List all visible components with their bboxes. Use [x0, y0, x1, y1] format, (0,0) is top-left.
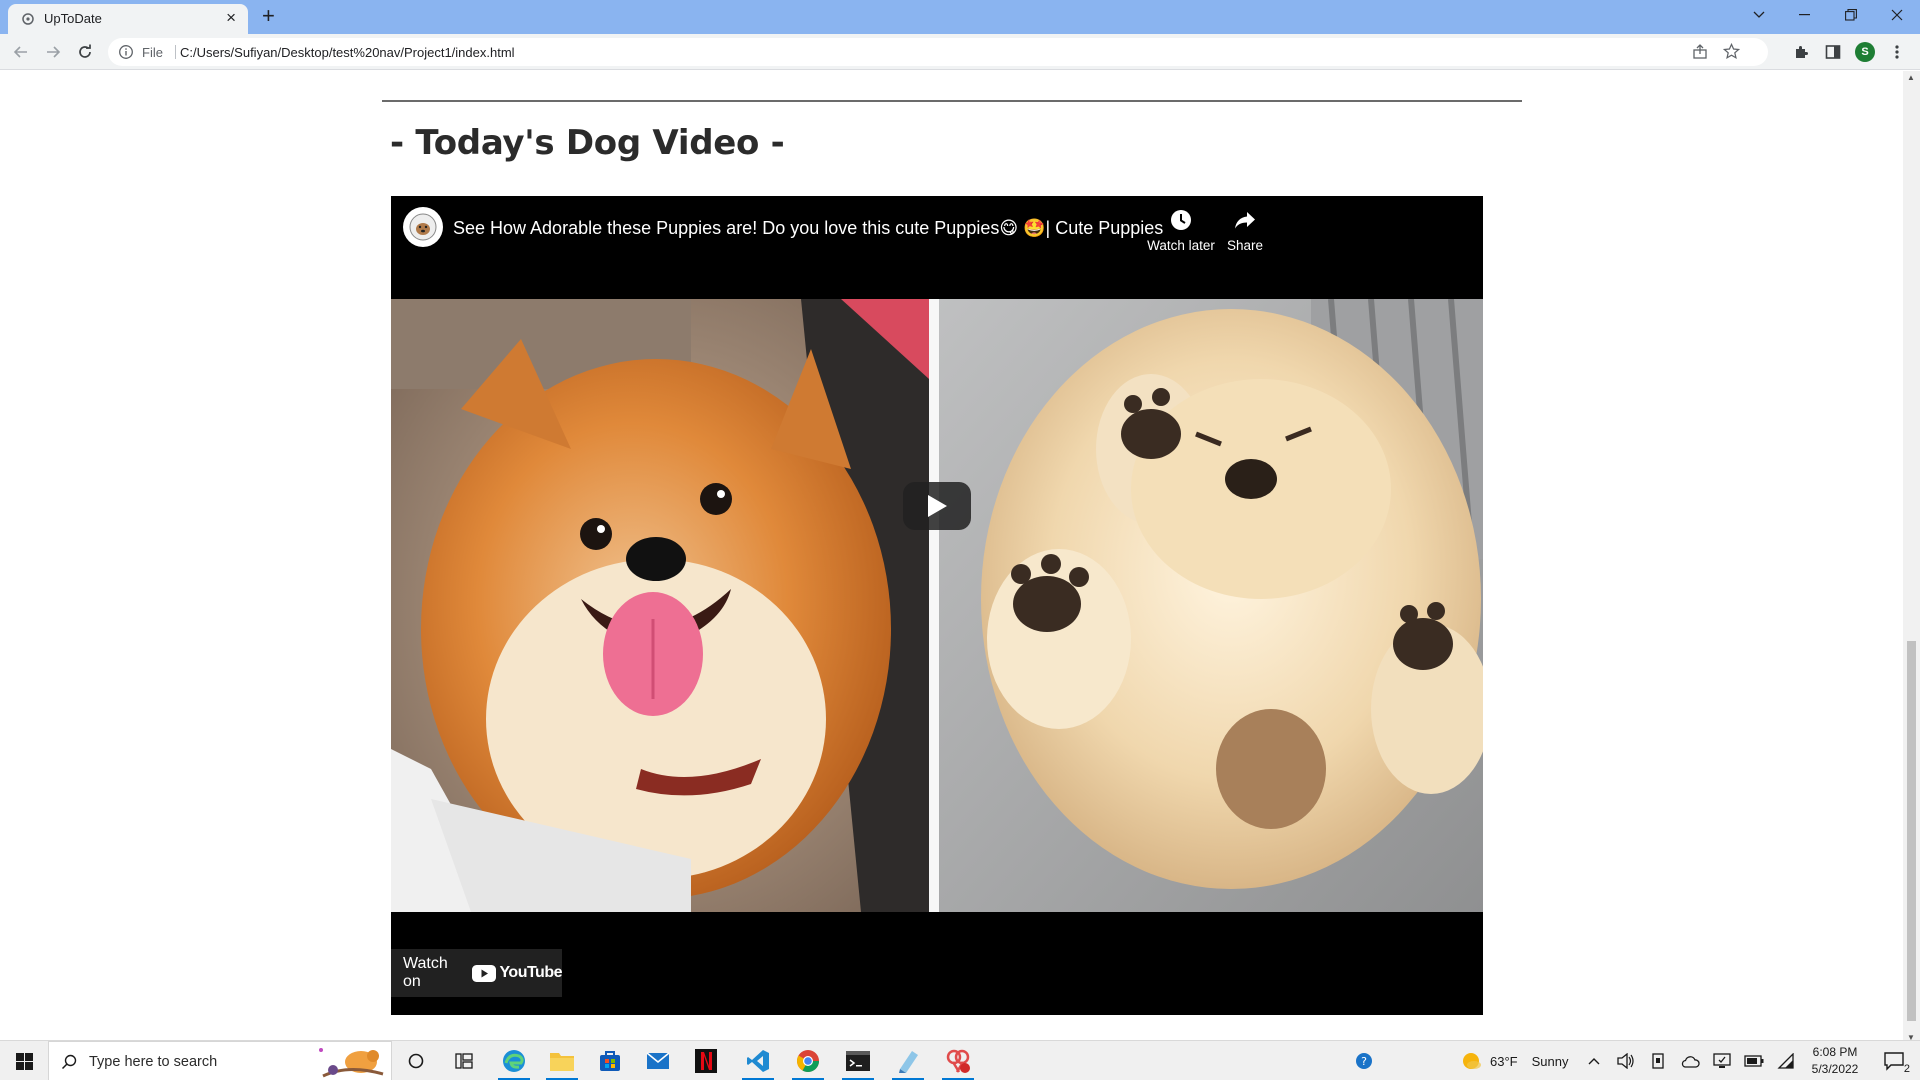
watch-on-youtube-link[interactable]: Watch on YouTube [391, 949, 562, 997]
tab-search-icon[interactable] [1736, 0, 1782, 30]
taskbar-search-input[interactable]: Type here to search [48, 1041, 392, 1080]
video-title[interactable]: See How Adorable these Puppies are! Do y… [453, 218, 1163, 239]
search-placeholder: Type here to search [89, 1054, 218, 1070]
youtube-wordmark: YouTube [499, 964, 562, 981]
share-button[interactable]: Share [1205, 208, 1285, 253]
share-label: Share [1226, 238, 1264, 253]
tab-close-icon[interactable]: × [226, 9, 236, 27]
video-thumbnail[interactable] [391, 299, 1483, 912]
tab-title: UpToDate [44, 11, 102, 26]
extensions-puzzle-icon[interactable] [1790, 41, 1812, 63]
clock-date: 5/3/2022 [1811, 1062, 1859, 1076]
meet-now-icon[interactable] [1644, 1041, 1672, 1080]
back-button[interactable] [10, 41, 32, 63]
sun-icon [1463, 1053, 1481, 1069]
share-page-icon[interactable] [1692, 44, 1708, 60]
back-arrow-icon [13, 46, 27, 58]
channel-logo-icon [409, 213, 437, 241]
volume-icon[interactable] [1612, 1041, 1640, 1080]
address-bar[interactable]: File C:/Users/Sufiyan/Desktop/test%20nav… [108, 38, 1768, 66]
task-view-icon[interactable] [392, 1041, 440, 1080]
notification-icon [1884, 1052, 1904, 1071]
clock-icon [1171, 210, 1191, 230]
search-highlight-art-icon[interactable] [313, 1044, 387, 1080]
watch-on-label: Watch on [403, 955, 448, 990]
play-icon [928, 495, 947, 517]
notification-center-button[interactable]: 2 [1874, 1041, 1914, 1080]
vscode-app-icon[interactable] [734, 1041, 782, 1080]
browser-toolbar: File C:/Users/Sufiyan/Desktop/test%20nav… [0, 34, 1920, 70]
help-icon[interactable]: ? [1350, 1041, 1380, 1080]
windows-taskbar: Type here to search ? 63°F Sunny 6:08 PM… [0, 1040, 1920, 1080]
widgets-icon[interactable] [440, 1041, 488, 1080]
search-icon [61, 1054, 77, 1070]
play-button[interactable] [903, 482, 971, 530]
show-hidden-icons-chevron-icon[interactable] [1582, 1041, 1606, 1080]
bookmark-star-icon[interactable] [1723, 43, 1740, 60]
info-icon[interactable] [118, 44, 134, 60]
edge-app-icon[interactable] [490, 1041, 538, 1080]
close-window-button[interactable] [1874, 0, 1920, 30]
section-heading: - Today's Dog Video - [390, 123, 785, 163]
onedrive-cloud-icon[interactable] [1676, 1041, 1704, 1080]
youtube-play-logo-icon [472, 964, 497, 982]
wifi-icon[interactable] [1772, 1041, 1800, 1080]
minimize-button[interactable] [1782, 0, 1828, 30]
battery-icon[interactable] [1740, 1041, 1768, 1080]
weather-widget[interactable]: 63°F Sunny [1460, 1041, 1580, 1080]
scrollbar-thumb[interactable] [1907, 641, 1916, 1021]
url-text[interactable]: C:/Users/Sufiyan/Desktop/test%20nav/Proj… [180, 45, 515, 60]
chrome-app-icon[interactable] [784, 1041, 832, 1080]
store-app-icon[interactable] [586, 1041, 634, 1080]
taskbar-clock[interactable]: 6:08 PM 5/3/2022 [1800, 1044, 1870, 1078]
forward-button[interactable] [42, 41, 64, 63]
horizontal-rule [382, 100, 1522, 102]
svg-text:?: ? [1361, 1055, 1367, 1068]
profile-avatar[interactable]: S [1855, 42, 1875, 62]
browser-tab-strip: UpToDate × + [0, 0, 1920, 34]
weather-temp: 63°F [1490, 1053, 1518, 1069]
page-content: - Today's Dog Video - See How Adorable t… [0, 71, 1903, 1044]
scroll-up-arrow-icon[interactable]: ▲ [1907, 73, 1915, 82]
start-button[interactable] [0, 1041, 48, 1080]
snip-app-icon[interactable] [934, 1041, 982, 1080]
forward-arrow-icon [47, 46, 61, 58]
omnibox-divider [175, 45, 176, 59]
file-scheme-label: File [142, 45, 163, 60]
weather-text: Sunny [1531, 1053, 1569, 1069]
reload-icon [79, 44, 91, 58]
netflix-app-icon[interactable] [682, 1041, 730, 1080]
notification-count-badge: 2 [1903, 1063, 1910, 1075]
channel-avatar[interactable] [403, 207, 443, 247]
clock-time: 6:08 PM [1812, 1045, 1858, 1059]
youtube-embed[interactable]: See How Adorable these Puppies are! Do y… [391, 196, 1483, 1015]
site-favicon-icon [22, 13, 34, 25]
side-panel-icon[interactable] [1822, 41, 1844, 63]
page-scrollbar[interactable]: ▲ ▼ [1903, 71, 1920, 1044]
youtube-logo: YouTube [472, 964, 562, 982]
reload-button[interactable] [74, 41, 96, 63]
security-monitor-icon[interactable] [1708, 1041, 1736, 1080]
new-tab-button[interactable]: + [262, 4, 275, 28]
restore-button[interactable] [1828, 0, 1874, 30]
browser-menu-icon[interactable] [1886, 41, 1908, 63]
share-icon [1235, 212, 1255, 229]
mail-app-icon[interactable] [634, 1041, 682, 1080]
terminal-app-icon[interactable] [834, 1041, 882, 1080]
browser-tab[interactable]: UpToDate × [8, 4, 248, 34]
windows-logo-icon [15, 1052, 33, 1070]
notepad-app-icon[interactable] [884, 1041, 932, 1080]
file-explorer-icon[interactable] [538, 1041, 586, 1080]
